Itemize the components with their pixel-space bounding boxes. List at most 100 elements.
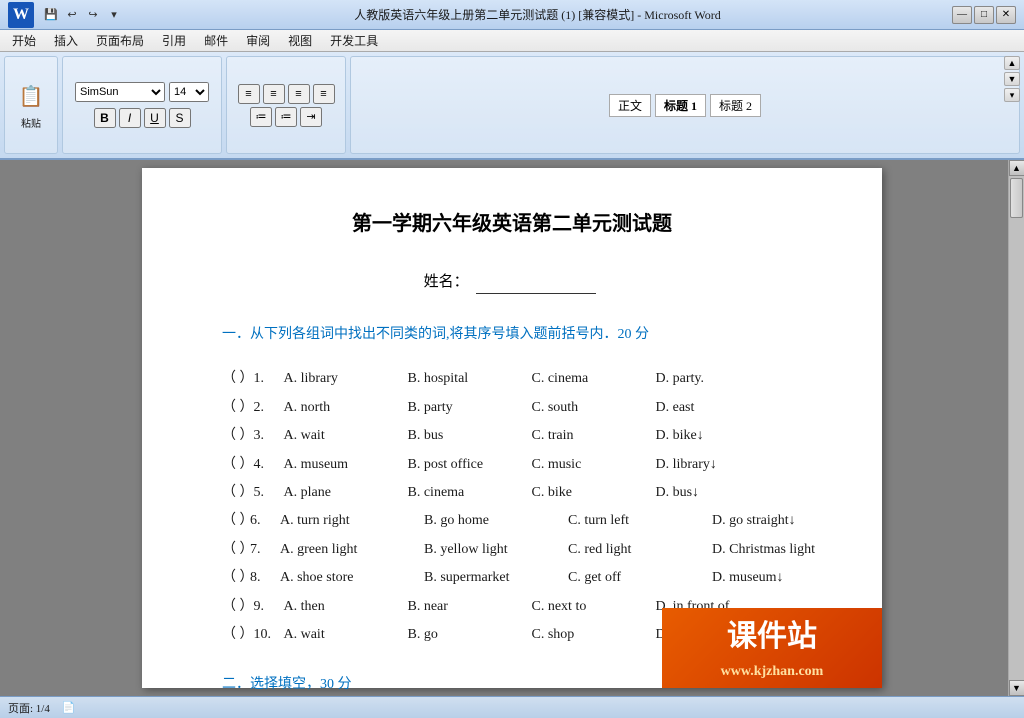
- paste-icon: 📋: [15, 81, 47, 113]
- q5-paren: （ ）: [222, 482, 254, 504]
- document-page[interactable]: 第一学期六年级英语第二单元测试题 姓名： 一．从下列各组词中找出不同类的词,将其…: [142, 168, 882, 688]
- redo-qa-btn[interactable]: ↪: [84, 6, 102, 24]
- bold-button[interactable]: B: [94, 108, 116, 128]
- justify-button[interactable]: ≡: [313, 84, 335, 104]
- q2-choices: A. north B. party C. south D. east: [284, 397, 803, 419]
- font-family-select[interactable]: SimSun: [75, 82, 165, 102]
- italic-button[interactable]: I: [119, 108, 141, 128]
- q9-b: B. near: [408, 596, 528, 618]
- document-area: 第一学期六年级英语第二单元测试题 姓名： 一．从下列各组词中找出不同类的词,将其…: [0, 160, 1024, 696]
- ribbon-group-font: SimSun 14 B I U S: [62, 56, 222, 154]
- q6-a: A. turn right: [280, 510, 420, 532]
- undo-qa-btn[interactable]: ↩: [63, 6, 81, 24]
- paste-button[interactable]: 📋 粘贴: [11, 77, 51, 134]
- table-row: （ ） 6. A. turn right B. go home C. turn …: [222, 510, 802, 532]
- q6-choices: A. turn right B. go home C. turn left D.…: [280, 510, 852, 532]
- q4-a: A. museum: [284, 454, 404, 476]
- name-line: 姓名：: [222, 270, 802, 294]
- indent-button[interactable]: ⇥: [300, 107, 322, 127]
- table-row: （ ） 3. A. wait B. bus C. train D. bike↓: [222, 425, 802, 447]
- q1-a: A. library: [284, 368, 404, 390]
- menu-bar: 开始 插入 页面布局 引用 邮件 审阅 视图 开发工具: [0, 30, 1024, 52]
- table-row: （ ） 2. A. north B. party C. south D. eas…: [222, 397, 802, 419]
- watermark-line2: www.kjzhan.com: [721, 661, 824, 683]
- name-underline: [476, 293, 596, 294]
- q8-b: B. supermarket: [424, 567, 564, 589]
- q7-choices: A. green light B. yellow light C. red li…: [280, 539, 852, 561]
- scroll-up-button[interactable]: ▲: [1009, 160, 1024, 176]
- ribbon-scroll-up[interactable]: ▲: [1004, 56, 1020, 70]
- scroll-down-button[interactable]: ▼: [1009, 680, 1024, 696]
- q3-choices: A. wait B. bus C. train D. bike↓: [284, 425, 803, 447]
- vertical-scrollbar[interactable]: ▲ ▼: [1008, 160, 1024, 696]
- ribbon-group-clipboard: 📋 粘贴: [4, 56, 58, 154]
- spacer-2: [222, 310, 802, 324]
- q3-a: A. wait: [284, 425, 404, 447]
- table-row: （ ） 1. A. library B. hospital C. cinema …: [222, 368, 802, 390]
- q1-paren: （ ）: [222, 368, 254, 390]
- q1-d: D. party.: [656, 368, 776, 390]
- q9-paren: （ ）: [222, 596, 254, 618]
- table-row: （ ） 4. A. museum B. post office C. music…: [222, 454, 802, 476]
- heading1-style[interactable]: 标题 1: [655, 94, 706, 117]
- scroll-thumb[interactable]: [1010, 178, 1023, 218]
- q1-num: 1.: [254, 368, 284, 390]
- q10-a: A. wait: [284, 624, 404, 646]
- q7-paren: （ ）: [222, 539, 250, 561]
- status-bar: 页面: 1/4 📄: [0, 696, 1024, 718]
- spacer-1: [222, 256, 802, 270]
- ribbon-right-controls: ▲ ▼ ▾: [1004, 56, 1020, 102]
- section1-title: 一．从下列各组词中找出不同类的词,将其序号填入题前括号内．20 分: [222, 324, 802, 346]
- menu-review[interactable]: 审阅: [238, 30, 278, 51]
- menu-reference[interactable]: 引用: [154, 30, 194, 51]
- q4-paren: （ ）: [222, 454, 254, 476]
- align-left-button[interactable]: ≡: [238, 84, 260, 104]
- align-center-button[interactable]: ≡: [263, 84, 285, 104]
- bullet-list-button[interactable]: ≔: [250, 107, 272, 127]
- watermark: 课件站 www.kjzhan.com: [662, 608, 882, 688]
- maximize-button[interactable]: □: [974, 6, 994, 24]
- close-button[interactable]: ✕: [996, 6, 1016, 24]
- q3-b: B. bus: [408, 425, 528, 447]
- heading2-style[interactable]: 标题 2: [710, 94, 761, 117]
- name-label: 姓名：: [424, 274, 469, 290]
- q1-choices: A. library B. hospital C. cinema D. part…: [284, 368, 803, 390]
- menu-start[interactable]: 开始: [4, 30, 44, 51]
- table-row: （ ） 7. A. green light B. yellow light C.…: [222, 539, 802, 561]
- font-size-select[interactable]: 14: [169, 82, 209, 102]
- table-row: （ ） 5. A. plane B. cinema C. bike D. bus…: [222, 482, 802, 504]
- q1-c: C. cinema: [532, 368, 652, 390]
- q9-c: C. next to: [532, 596, 652, 618]
- numbered-list-button[interactable]: ≔: [275, 107, 297, 127]
- menu-dev-tools[interactable]: 开发工具: [322, 30, 386, 51]
- menu-view[interactable]: 视图: [280, 30, 320, 51]
- q6-paren: （ ）: [222, 510, 250, 532]
- scroll-track[interactable]: [1009, 176, 1024, 680]
- strikethrough-button[interactable]: S: [169, 108, 191, 128]
- save-qa-btn[interactable]: 💾: [42, 6, 60, 24]
- ribbon-expand[interactable]: ▾: [1004, 88, 1020, 102]
- q8-num: 8.: [250, 567, 280, 589]
- align-right-button[interactable]: ≡: [288, 84, 310, 104]
- q6-c: C. turn left: [568, 510, 708, 532]
- minimize-button[interactable]: —: [952, 6, 972, 24]
- underline-button[interactable]: U: [144, 108, 166, 128]
- q8-paren: （ ）: [222, 567, 250, 589]
- status-doc-icon: 📄: [62, 701, 76, 714]
- menu-insert[interactable]: 插入: [46, 30, 86, 51]
- menu-mail[interactable]: 邮件: [196, 30, 236, 51]
- watermark-line1: 课件站: [727, 613, 817, 661]
- dropdown-qa-btn[interactable]: ▾: [105, 6, 123, 24]
- normal-style[interactable]: 正文: [609, 94, 651, 117]
- q8-d: D. museum↓: [712, 567, 852, 589]
- q4-c: C. music: [532, 454, 652, 476]
- q2-a: A. north: [284, 397, 404, 419]
- ribbon-scroll-down[interactable]: ▼: [1004, 72, 1020, 86]
- q7-c: C. red light: [568, 539, 708, 561]
- title-bar: W 💾 ↩ ↪ ▾ 人教版英语六年级上册第二单元测试题 (1) [兼容模式] -…: [0, 0, 1024, 30]
- q2-c: C. south: [532, 397, 652, 419]
- menu-page-layout[interactable]: 页面布局: [88, 30, 152, 51]
- q2-b: B. party: [408, 397, 528, 419]
- window-title: 人教版英语六年级上册第二单元测试题 (1) [兼容模式] - Microsoft…: [123, 6, 952, 23]
- q10-c: C. shop: [532, 624, 652, 646]
